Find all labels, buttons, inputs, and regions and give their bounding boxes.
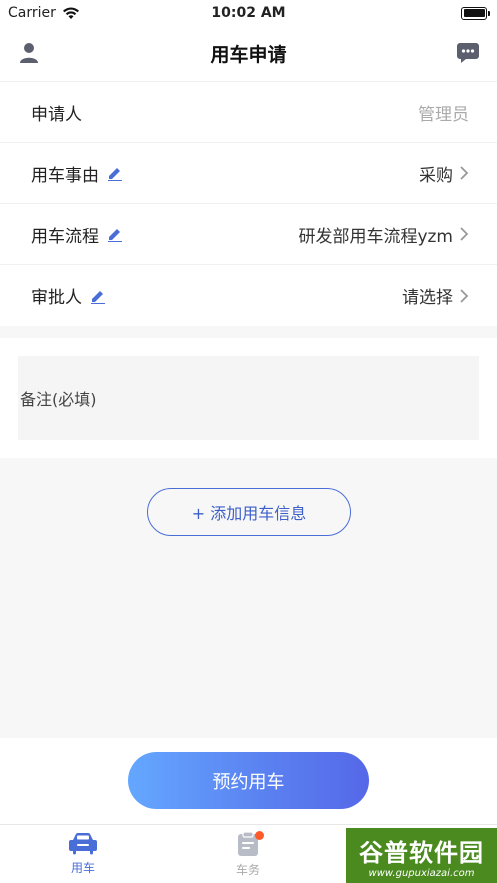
carrier-label: Carrier bbox=[8, 5, 56, 21]
notification-badge bbox=[255, 831, 264, 840]
reason-label: 用车事由 bbox=[31, 165, 99, 186]
approver-value: 请选择 bbox=[402, 288, 453, 308]
edit-icon bbox=[108, 168, 122, 181]
remark-placeholder: 备注(必填) bbox=[20, 390, 97, 409]
tab-vehicle-affairs[interactable]: 车务 bbox=[208, 831, 288, 878]
reserve-car-button[interactable]: 预约用车 bbox=[128, 752, 369, 809]
status-bar: Carrier 10:02 AM bbox=[0, 0, 497, 26]
battery-icon bbox=[461, 6, 490, 20]
add-vehicle-info-label: + 添加用车信息 bbox=[191, 504, 307, 523]
add-vehicle-info-button[interactable]: + 添加用车信息 bbox=[147, 488, 351, 536]
page-title: 用车申请 bbox=[210, 44, 287, 66]
edit-icon bbox=[108, 229, 122, 242]
tab-car-use[interactable]: 用车 bbox=[43, 831, 123, 876]
chevron-right-icon bbox=[460, 227, 469, 241]
car-icon bbox=[69, 832, 97, 855]
edit-icon bbox=[91, 290, 105, 304]
reserve-car-label: 预约用车 bbox=[212, 771, 285, 793]
approver-label: 审批人 bbox=[31, 288, 82, 308]
reason-value: 采购 bbox=[419, 165, 453, 186]
process-row[interactable]: 用车流程 研发部用车流程yzm bbox=[0, 204, 497, 265]
status-left: Carrier bbox=[8, 5, 80, 21]
message-icon[interactable] bbox=[455, 40, 481, 66]
process-label: 用车流程 bbox=[31, 226, 99, 247]
user-icon[interactable] bbox=[16, 40, 42, 66]
watermark-logo: 谷普软件园 www.gupuxiazai.com bbox=[346, 828, 497, 883]
tab-vehicle-affairs-label: 车务 bbox=[235, 863, 260, 877]
remark-input[interactable]: 备注(必填) bbox=[18, 356, 479, 440]
applicant-value: 管理员 bbox=[418, 104, 469, 125]
application-form: 申请人 管理员 用车事由 采购 用车流程 研发部用车流程yzm 审批人 请选择 bbox=[0, 82, 497, 326]
action-area: 预约用车 bbox=[0, 738, 497, 824]
status-time: 10:02 AM bbox=[211, 5, 286, 21]
remark-section: 备注(必填) bbox=[0, 338, 497, 458]
tab-car-use-label: 用车 bbox=[70, 861, 95, 875]
applicant-label: 申请人 bbox=[31, 104, 82, 125]
applicant-row: 申请人 管理员 bbox=[0, 82, 497, 143]
wifi-icon bbox=[62, 7, 79, 19]
nav-bar: 用车申请 bbox=[0, 26, 497, 82]
watermark-sub: www.gupuxiazai.com bbox=[368, 867, 475, 879]
process-value: 研发部用车流程yzm bbox=[298, 226, 453, 247]
approver-row[interactable]: 审批人 请选择 bbox=[0, 265, 497, 326]
chevron-right-icon bbox=[460, 166, 469, 180]
reason-row[interactable]: 用车事由 采购 bbox=[0, 143, 497, 204]
chevron-right-icon bbox=[460, 288, 469, 303]
watermark-main: 谷普软件园 bbox=[359, 838, 484, 867]
